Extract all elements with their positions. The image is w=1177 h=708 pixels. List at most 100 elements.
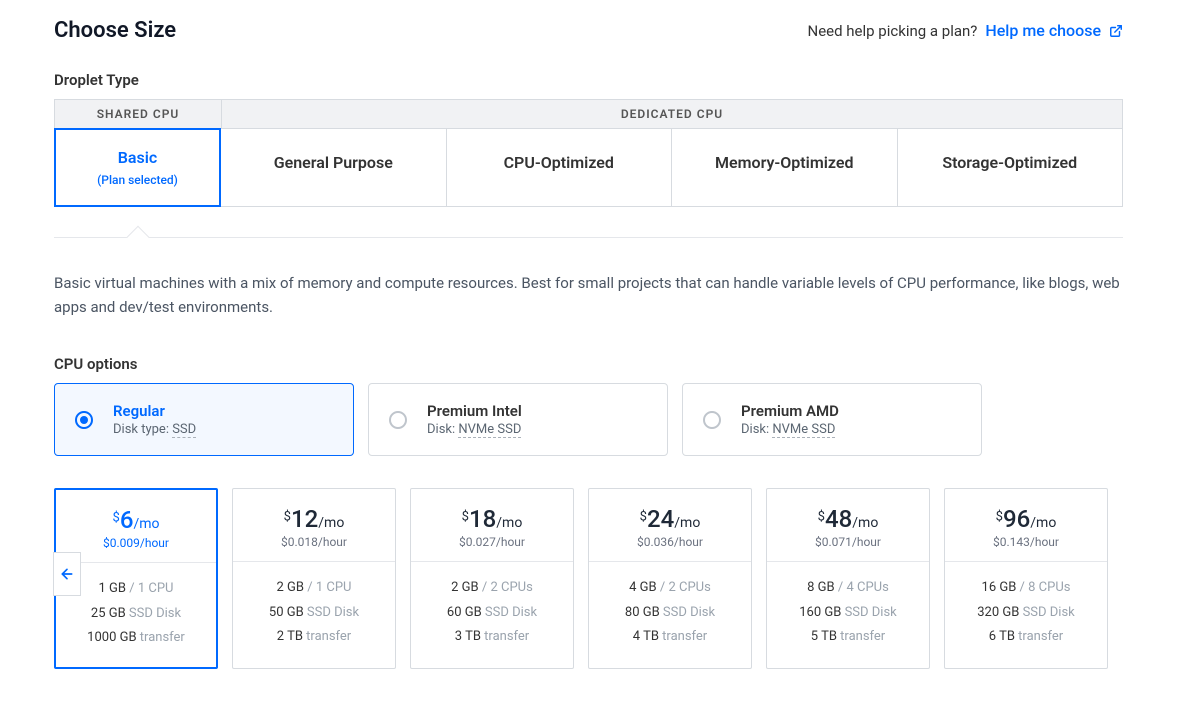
type-card-general-purpose[interactable]: General Purpose bbox=[221, 128, 447, 207]
spec-transfer-suffix: transfer bbox=[484, 629, 529, 644]
per-month-label: /mo bbox=[318, 515, 344, 531]
currency-symbol: $ bbox=[640, 510, 647, 525]
plan-card[interactable]: $96/mo $0.143/hour 16 GB / 8 CPUs 320 GB… bbox=[944, 488, 1108, 669]
spec-transfer-suffix: transfer bbox=[140, 630, 185, 645]
dedicated-cpu-header: DEDICATED CPU bbox=[221, 99, 1123, 128]
price-amount: 24 bbox=[647, 505, 674, 533]
radio-icon bbox=[75, 411, 93, 429]
spec-transfer: 4 TB bbox=[633, 629, 659, 644]
type-name: Basic bbox=[66, 148, 209, 167]
plan-price-block: $18/mo $0.027/hour bbox=[411, 489, 573, 562]
spec-cpu: 1 CPU bbox=[316, 580, 352, 595]
type-card-basic[interactable]: Basic (Plan selected) bbox=[54, 128, 221, 207]
spec-disk: 25 GB bbox=[91, 606, 126, 621]
spec-transfer-suffix: transfer bbox=[840, 629, 885, 644]
price-amount: 48 bbox=[825, 505, 852, 533]
spec-transfer-suffix: transfer bbox=[662, 629, 707, 644]
cpu-name: Premium Intel bbox=[427, 402, 522, 420]
external-link-icon bbox=[1109, 24, 1123, 38]
spec-disk-suffix: SSD Disk bbox=[485, 605, 537, 620]
spec-cpu: 4 CPUs bbox=[846, 580, 888, 595]
spec-cpu: 2 CPUs bbox=[490, 580, 532, 595]
plan-price-monthly: $12/mo bbox=[241, 505, 387, 533]
spec-ram: 8 GB bbox=[807, 580, 835, 595]
cpu-options-label: CPU options bbox=[54, 355, 1123, 373]
type-card-storage-optimized[interactable]: Storage-Optimized bbox=[898, 128, 1124, 207]
currency-symbol: $ bbox=[462, 510, 469, 525]
plan-price-monthly: $24/mo bbox=[597, 505, 743, 533]
cpu-option-regular[interactable]: Regular Disk type: SSD bbox=[54, 383, 354, 456]
price-amount: 96 bbox=[1003, 505, 1030, 533]
plan-specs: 4 GB / 2 CPUs 80 GB SSD Disk 4 TB transf… bbox=[589, 562, 751, 666]
per-month-label: /mo bbox=[852, 515, 878, 531]
plan-price-hourly: $0.036/hour bbox=[597, 535, 743, 549]
plan-price-monthly: $18/mo bbox=[419, 505, 565, 533]
scroll-left-button[interactable] bbox=[53, 552, 81, 596]
spec-transfer: 2 TB bbox=[277, 629, 303, 644]
pointer-divider bbox=[54, 227, 1123, 247]
droplet-type-header: SHARED CPU DEDICATED CPU bbox=[54, 99, 1123, 128]
cpu-option-premium-intel[interactable]: Premium Intel Disk: NVMe SSD bbox=[368, 383, 668, 456]
spec-cpu: 1 CPU bbox=[138, 581, 174, 596]
spec-ram: 2 GB bbox=[451, 580, 479, 595]
plan-card[interactable]: $24/mo $0.036/hour 4 GB / 2 CPUs 80 GB S… bbox=[588, 488, 752, 669]
page-title: Choose Size bbox=[54, 18, 176, 43]
type-description: Basic virtual machines with a mix of mem… bbox=[54, 271, 1123, 319]
spec-cpu: 8 CPUs bbox=[1028, 580, 1070, 595]
plan-price-hourly: $0.018/hour bbox=[241, 535, 387, 549]
plan-price-hourly: $0.009/hour bbox=[64, 536, 208, 550]
spec-disk-suffix: SSD Disk bbox=[307, 605, 359, 620]
type-card-cpu-optimized[interactable]: CPU-Optimized bbox=[447, 128, 673, 207]
type-card-memory-optimized[interactable]: Memory-Optimized bbox=[672, 128, 898, 207]
spec-sep: / bbox=[835, 580, 847, 595]
spec-disk-suffix: SSD Disk bbox=[663, 605, 715, 620]
spec-transfer: 3 TB bbox=[455, 629, 481, 644]
arrow-left-icon bbox=[59, 566, 75, 582]
plan-specs: 2 GB / 1 CPU 50 GB SSD Disk 2 TB transfe… bbox=[233, 562, 395, 666]
help-link-label: Help me choose bbox=[985, 21, 1101, 40]
cpu-disk-label: Disk: bbox=[427, 422, 455, 437]
spec-transfer: 1000 GB bbox=[87, 630, 136, 645]
plan-card[interactable]: $48/mo $0.071/hour 8 GB / 4 CPUs 160 GB … bbox=[766, 488, 930, 669]
cpu-disk-value: NVMe SSD bbox=[458, 422, 521, 438]
plan-card[interactable]: $18/mo $0.027/hour 2 GB / 2 CPUs 60 GB S… bbox=[410, 488, 574, 669]
per-month-label: /mo bbox=[496, 515, 522, 531]
spec-disk: 60 GB bbox=[447, 605, 482, 620]
spec-sep: / bbox=[657, 580, 669, 595]
price-amount: 12 bbox=[291, 505, 318, 533]
price-amount: 18 bbox=[469, 505, 496, 533]
cpu-name: Regular bbox=[113, 402, 196, 420]
spec-disk-suffix: SSD Disk bbox=[1023, 605, 1075, 620]
spec-disk-suffix: SSD Disk bbox=[845, 605, 897, 620]
droplet-type-label: Droplet Type bbox=[54, 71, 1123, 89]
cpu-option-premium-amd[interactable]: Premium AMD Disk: NVMe SSD bbox=[682, 383, 982, 456]
plan-price-block: $96/mo $0.143/hour bbox=[945, 489, 1107, 562]
plan-price-block: $24/mo $0.036/hour bbox=[589, 489, 751, 562]
spec-sep: / bbox=[304, 580, 316, 595]
spec-sep: / bbox=[126, 581, 138, 596]
plan-specs: 16 GB / 8 CPUs 320 GB SSD Disk 6 TB tran… bbox=[945, 562, 1107, 666]
help-prompt: Need help picking a plan? bbox=[808, 22, 978, 40]
spec-transfer: 5 TB bbox=[811, 629, 837, 644]
plan-price-block: $48/mo $0.071/hour bbox=[767, 489, 929, 562]
plan-price-hourly: $0.071/hour bbox=[775, 535, 921, 549]
help-me-choose-link[interactable]: Help me choose bbox=[985, 21, 1123, 40]
spec-ram: 1 GB bbox=[99, 581, 127, 596]
plan-price-monthly: $96/mo bbox=[953, 505, 1099, 533]
spec-disk: 320 GB bbox=[977, 605, 1019, 620]
plan-specs: 2 GB / 2 CPUs 60 GB SSD Disk 3 TB transf… bbox=[411, 562, 573, 666]
spec-ram: 16 GB bbox=[982, 580, 1017, 595]
spec-sep: / bbox=[479, 580, 491, 595]
plan-price-monthly: $6/mo bbox=[64, 506, 208, 534]
currency-symbol: $ bbox=[996, 510, 1003, 525]
cpu-disk-value: NVMe SSD bbox=[772, 422, 835, 438]
currency-symbol: $ bbox=[284, 510, 291, 525]
spec-disk-suffix: SSD Disk bbox=[129, 606, 181, 621]
cpu-name: Premium AMD bbox=[741, 402, 839, 420]
plan-price-hourly: $0.027/hour bbox=[419, 535, 565, 549]
plan-card[interactable]: $12/mo $0.018/hour 2 GB / 1 CPU 50 GB SS… bbox=[232, 488, 396, 669]
currency-symbol: $ bbox=[818, 510, 825, 525]
spec-sep: / bbox=[1016, 580, 1028, 595]
spec-disk: 160 GB bbox=[799, 605, 841, 620]
type-sub: (Plan selected) bbox=[66, 173, 209, 187]
